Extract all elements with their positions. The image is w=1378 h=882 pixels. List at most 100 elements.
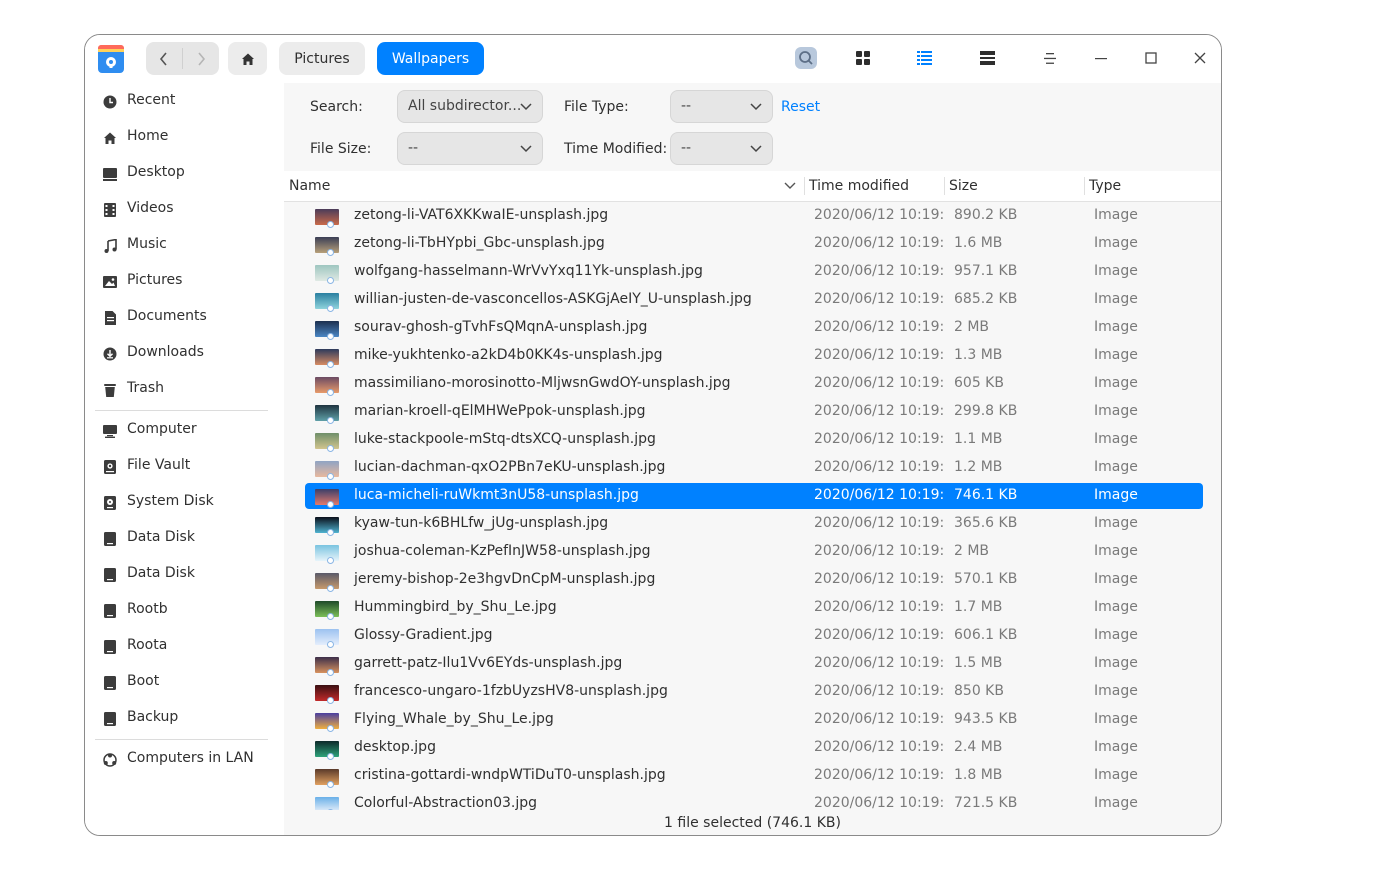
sidebar-item-trash[interactable]: Trash xyxy=(85,371,284,407)
sidebar-item-roota[interactable]: Roota xyxy=(85,628,284,664)
sidebar-item-label: Boot xyxy=(127,673,160,689)
main-panel: Search: All subdirector... File Type: --… xyxy=(284,83,1221,835)
column-divider[interactable] xyxy=(804,177,805,195)
symlink-badge-icon xyxy=(327,557,334,564)
sidebar-item-pictures[interactable]: Pictures xyxy=(85,263,284,299)
table-row[interactable]: garrett-patz-Ilu1Vv6EYds-unsplash.jpg 202… xyxy=(305,651,1203,677)
sidebar-item-backup[interactable]: Backup xyxy=(85,700,284,736)
clock-icon xyxy=(102,94,118,110)
table-row[interactable]: willian-justen-de-vasconcellos-ASKGjAeIY… xyxy=(305,287,1203,313)
time-modified-select[interactable]: -- xyxy=(670,132,773,165)
sort-descending-icon[interactable] xyxy=(784,181,796,191)
sidebar-item-boot[interactable]: Boot xyxy=(85,664,284,700)
file-size: 1.3 MB xyxy=(954,347,1003,363)
table-row-selected[interactable]: luca-micheli-ruWkmt3nU58-unsplash.jpg 202… xyxy=(305,483,1203,509)
tree-view-button[interactable] xyxy=(974,45,1000,71)
file-type-select[interactable]: -- xyxy=(670,90,773,123)
file-name: desktop.jpg xyxy=(354,739,436,755)
sidebar-item-music[interactable]: Music xyxy=(85,227,284,263)
minimize-button[interactable] xyxy=(1088,45,1114,71)
file-time-modified: 2020/06/12 10:19:... xyxy=(814,571,944,587)
table-row[interactable]: Flying_Whale_by_Shu_Le.jpg 2020/06/12 10:… xyxy=(305,707,1203,733)
table-row[interactable]: Hummingbird_by_Shu_Le.jpg 2020/06/12 10:1… xyxy=(305,595,1203,621)
main-menu-button[interactable] xyxy=(1037,45,1063,71)
file-name: garrett-patz-Ilu1Vv6EYds-unsplash.jpg xyxy=(354,655,623,671)
table-row[interactable]: zetong-li-TbHYpbi_Gbc-unsplash.jpg 2020/0… xyxy=(305,231,1203,257)
table-row[interactable]: kyaw-tun-k6BHLfw_jUg-unsplash.jpg 2020/06… xyxy=(305,511,1203,537)
sidebar-item-data-disk[interactable]: Data Disk xyxy=(85,520,284,556)
reset-filters-link[interactable]: Reset xyxy=(781,99,820,115)
table-row[interactable]: Glossy-Gradient.jpg 2020/06/12 10:19:... 6… xyxy=(305,623,1203,649)
file-type: Image xyxy=(1094,599,1138,615)
table-row[interactable]: wolfgang-hasselmann-WrVvYxq11Yk-unsplash… xyxy=(305,259,1203,285)
forward-button[interactable] xyxy=(183,42,219,75)
search-scope-select[interactable]: All subdirector... xyxy=(397,90,543,123)
chevron-down-icon xyxy=(520,145,532,153)
search-button[interactable] xyxy=(793,45,819,71)
table-row[interactable]: massimiliano-morosinotto-MljwsnGwdOY-uns… xyxy=(305,371,1203,397)
list-view-button[interactable] xyxy=(911,45,937,71)
back-button[interactable] xyxy=(146,42,182,75)
file-size: 746.1 KB xyxy=(954,487,1018,503)
sidebar-item-data-disk-2[interactable]: Data Disk xyxy=(85,556,284,592)
titlebar: Pictures Wallpapers xyxy=(85,35,1221,83)
table-row[interactable]: mike-yukhtenko-a2kD4b0KK4s-unsplash.jpg 2… xyxy=(305,343,1203,369)
sidebar-item-downloads[interactable]: Downloads xyxy=(85,335,284,371)
column-divider[interactable] xyxy=(1084,177,1085,195)
sidebar-item-videos[interactable]: Videos xyxy=(85,191,284,227)
column-divider[interactable] xyxy=(944,177,945,195)
file-name: zetong-li-VAT6XKKwaIE-unsplash.jpg xyxy=(354,207,609,223)
film-icon xyxy=(102,202,118,218)
breadcrumb-wallpapers[interactable]: Wallpapers xyxy=(377,42,484,75)
home-button[interactable] xyxy=(228,42,267,75)
sidebar-item-system-disk[interactable]: System Disk xyxy=(85,484,284,520)
table-row[interactable]: zetong-li-VAT6XKKwaIE-unsplash.jpg 2020/0… xyxy=(305,203,1203,229)
sidebar-item-desktop[interactable]: Desktop xyxy=(85,155,284,191)
column-header-size[interactable]: Size xyxy=(949,178,978,194)
file-size: 605 KB xyxy=(954,375,1004,391)
sidebar-item-documents[interactable]: Documents xyxy=(85,299,284,335)
file-name: jeremy-bishop-2e3hgvDnCpM-unsplash.jpg xyxy=(354,571,656,587)
file-name: francesco-ungaro-1fzbUyzsHV8-unsplash.jp… xyxy=(354,683,668,699)
disk-icon xyxy=(102,711,118,727)
breadcrumb-pictures[interactable]: Pictures xyxy=(279,42,365,75)
sidebar-item-computers-in-lan[interactable]: Computers in LAN xyxy=(85,741,284,777)
icon-view-icon xyxy=(856,51,870,65)
close-icon xyxy=(1194,52,1206,64)
table-row[interactable]: Colorful-Abstraction03.jpg 2020/06/12 10:… xyxy=(305,791,1203,810)
table-row[interactable]: cristina-gottardi-wndpWTiDuT0-unsplash.j… xyxy=(305,763,1203,789)
file-name: Glossy-Gradient.jpg xyxy=(354,627,493,643)
sidebar-item-label: Backup xyxy=(127,709,179,725)
time-modified-value: -- xyxy=(681,140,692,156)
table-row[interactable]: luke-stackpoole-mStq-dtsXCQ-unsplash.jpg… xyxy=(305,427,1203,453)
sidebar-item-rootb[interactable]: Rootb xyxy=(85,592,284,628)
sidebar-item-label: Recent xyxy=(127,92,176,108)
file-type: Image xyxy=(1094,235,1138,251)
vault-icon xyxy=(102,459,118,475)
symlink-badge-icon xyxy=(327,445,334,452)
maximize-button[interactable] xyxy=(1138,45,1164,71)
table-row[interactable]: sourav-ghosh-gTvhFsQMqnA-unsplash.jpg 202… xyxy=(305,315,1203,341)
icon-view-button[interactable] xyxy=(850,45,876,71)
sidebar-item-recent[interactable]: Recent xyxy=(85,83,284,119)
table-row[interactable]: lucian-dachman-qxO2PBn7eKU-unsplash.jpg 2… xyxy=(305,455,1203,481)
file-size: 606.1 KB xyxy=(954,627,1018,643)
table-row[interactable]: francesco-ungaro-1fzbUyzsHV8-unsplash.jp… xyxy=(305,679,1203,705)
sidebar-item-computer[interactable]: Computer xyxy=(85,412,284,448)
file-time-modified: 2020/06/12 10:19:... xyxy=(814,319,944,335)
music-note-icon xyxy=(102,238,118,254)
file-size: 1.1 MB xyxy=(954,431,1003,447)
column-header-type[interactable]: Type xyxy=(1089,178,1121,194)
file-type: Image xyxy=(1094,655,1138,671)
column-header-name[interactable]: Name xyxy=(289,178,330,194)
sidebar-item-home[interactable]: Home xyxy=(85,119,284,155)
file-name: Flying_Whale_by_Shu_Le.jpg xyxy=(354,711,554,727)
table-row[interactable]: marian-kroell-qElMHWePpok-unsplash.jpg 20… xyxy=(305,399,1203,425)
sidebar-item-file-vault[interactable]: File Vault xyxy=(85,448,284,484)
table-row[interactable]: joshua-coleman-KzPefInJW58-unsplash.jpg 2… xyxy=(305,539,1203,565)
close-button[interactable] xyxy=(1187,45,1213,71)
file-size-select[interactable]: -- xyxy=(397,132,543,165)
table-row[interactable]: jeremy-bishop-2e3hgvDnCpM-unsplash.jpg 20… xyxy=(305,567,1203,593)
table-row[interactable]: desktop.jpg 2020/06/12 10:19:... 2.4 MB Ima… xyxy=(305,735,1203,761)
column-header-time-modified[interactable]: Time modified xyxy=(809,178,909,194)
